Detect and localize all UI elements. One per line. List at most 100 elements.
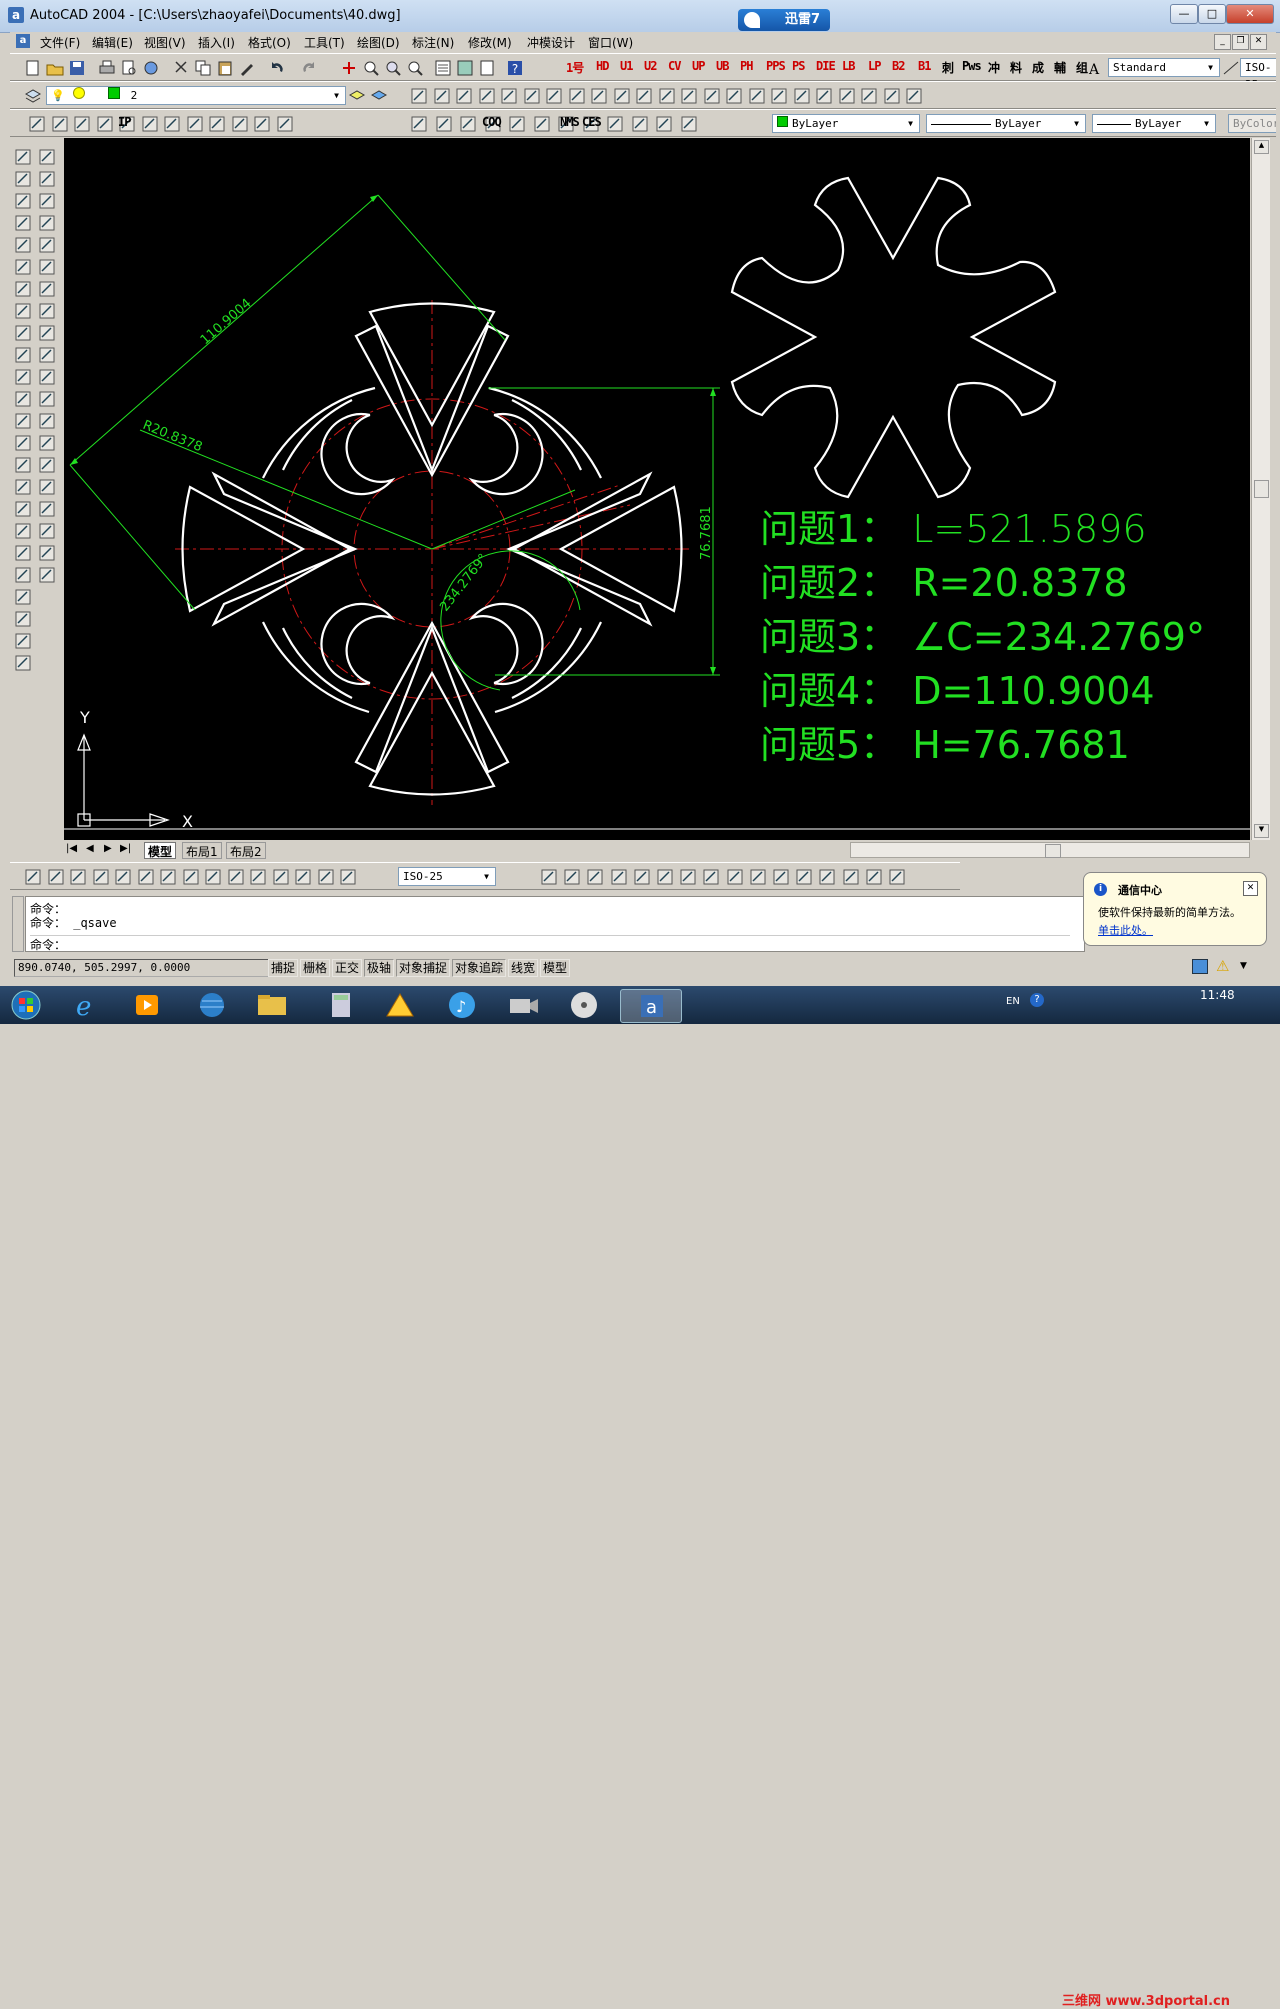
- pipe-icon[interactable]: [96, 115, 114, 133]
- redo-icon[interactable]: [300, 59, 318, 77]
- snap-midpoint-icon[interactable]: [610, 868, 628, 886]
- horizontal-scroll-thumb[interactable]: [1045, 844, 1061, 858]
- book-red-icon[interactable]: [276, 115, 294, 133]
- move-icon[interactable]: [38, 258, 56, 276]
- list-icon[interactable]: [508, 115, 526, 133]
- globe-icon[interactable]: [188, 989, 236, 1021]
- pan-realtime-icon[interactable]: [340, 59, 358, 77]
- polygon-icon[interactable]: [14, 214, 32, 232]
- tool-label-button-3[interactable]: CES: [582, 115, 602, 133]
- print-preview-icon[interactable]: [120, 59, 138, 77]
- text-edit-icon[interactable]: [38, 544, 56, 562]
- ellipse-arc-icon[interactable]: [14, 368, 32, 386]
- die-tool-button-8[interactable]: PPS: [766, 59, 786, 77]
- print-tool-icon[interactable]: [455, 87, 473, 105]
- join-icon[interactable]: [38, 522, 56, 540]
- coordinate-display[interactable]: 890.0740, 505.2997, 0.0000: [14, 959, 269, 977]
- dim-update-icon[interactable]: [339, 868, 357, 886]
- insert-block-icon[interactable]: [14, 390, 32, 408]
- cube-icon[interactable]: [410, 115, 428, 133]
- attribute-icon[interactable]: [703, 87, 721, 105]
- dim-linear-icon[interactable]: [24, 868, 42, 886]
- eraser-red-icon[interactable]: [141, 115, 159, 133]
- hammer-icon[interactable]: [28, 115, 46, 133]
- die-tool-button-7[interactable]: PH: [740, 59, 753, 77]
- vertical-scrollbar[interactable]: ▲ ▼: [1251, 138, 1270, 840]
- align-tool-icon[interactable]: [590, 87, 608, 105]
- autocad-app-icon[interactable]: a: [8, 7, 24, 23]
- die-tool-button-15[interactable]: 刺: [942, 59, 954, 77]
- die-tool-button-1[interactable]: HD: [596, 59, 609, 77]
- ellipse-icon[interactable]: [14, 346, 32, 364]
- scroll-down-icon[interactable]: ▼: [1254, 824, 1269, 838]
- erase-icon[interactable]: [38, 148, 56, 166]
- temp-track-icon[interactable]: [540, 868, 558, 886]
- zoom-window-icon[interactable]: [384, 59, 402, 77]
- vertical-scroll-thumb[interactable]: [1254, 480, 1269, 498]
- eraser-icon[interactable]: [815, 87, 833, 105]
- status-lineweight-button[interactable]: 线宽: [508, 959, 539, 977]
- paste-icon[interactable]: [216, 59, 234, 77]
- text-style-icon[interactable]: A: [1086, 59, 1104, 77]
- layer-manager-icon[interactable]: [24, 87, 42, 105]
- layer-select[interactable]: 💡 2 ▼: [46, 86, 346, 105]
- status-snap-button[interactable]: 捕捉: [268, 959, 299, 977]
- die-tool-button-4[interactable]: CV: [668, 59, 681, 77]
- break-point-icon[interactable]: [38, 390, 56, 408]
- tab-layout2[interactable]: 布局2: [226, 842, 266, 859]
- snap-node-icon[interactable]: [842, 868, 860, 886]
- scale-icon[interactable]: [38, 302, 56, 320]
- new-file-icon[interactable]: [24, 59, 42, 77]
- die-tool-button-19[interactable]: 成: [1032, 59, 1044, 77]
- dim-edit-icon[interactable]: [294, 868, 312, 886]
- document-icon[interactable]: a: [16, 34, 30, 48]
- print-icon[interactable]: [98, 59, 116, 77]
- explorer-icon[interactable]: [248, 989, 296, 1021]
- video-camera-icon[interactable]: [500, 989, 548, 1021]
- die-tool-button-11[interactable]: LB: [842, 59, 855, 77]
- status-otrack-button[interactable]: 对象追踪: [452, 959, 507, 977]
- tab-model[interactable]: 模型: [144, 842, 177, 859]
- text-style-select[interactable]: Standard ▼: [1108, 58, 1220, 77]
- doc-close-button[interactable]: ✕: [1250, 34, 1267, 50]
- extend-icon[interactable]: [38, 368, 56, 386]
- stretch-icon[interactable]: [860, 87, 878, 105]
- status-osnap-button[interactable]: 对象捕捉: [396, 959, 451, 977]
- dim-style-select-bottom[interactable]: ISO-25 ▼: [398, 867, 496, 886]
- target-icon[interactable]: [905, 87, 923, 105]
- snap-perpendicular-icon[interactable]: [772, 868, 790, 886]
- menu-dimension[interactable]: 标注(N): [412, 34, 454, 51]
- status-menu-chevron-icon[interactable]: ▼: [1240, 961, 1247, 971]
- menu-insert[interactable]: 插入(I): [198, 34, 235, 51]
- help-icon[interactable]: ?: [506, 59, 524, 77]
- break-icon[interactable]: [38, 412, 56, 430]
- snap-parallel-icon[interactable]: [795, 868, 813, 886]
- table-red-icon[interactable]: [253, 115, 271, 133]
- make-object-layer-current-icon[interactable]: [348, 87, 366, 105]
- save-icon[interactable]: [68, 59, 86, 77]
- command-window-grip[interactable]: [12, 896, 24, 952]
- minimize-button[interactable]: —: [1170, 4, 1198, 24]
- die-tool-button-12[interactable]: LP: [868, 59, 881, 77]
- polyline-icon[interactable]: [14, 192, 32, 210]
- menu-die-design[interactable]: 冲模设计: [527, 34, 575, 51]
- array-tool-icon[interactable]: [613, 87, 631, 105]
- triangle-app-icon[interactable]: [376, 989, 424, 1021]
- menu-view[interactable]: 视图(V): [144, 34, 186, 51]
- tool-label-button-2[interactable]: NMS: [560, 115, 580, 133]
- autocad-taskbar-button[interactable]: a: [620, 989, 682, 1023]
- grid-tool-icon[interactable]: [500, 87, 518, 105]
- tab-layout1[interactable]: 布局1: [182, 842, 222, 859]
- ie-icon[interactable]: e: [64, 989, 112, 1022]
- snap-extension-icon[interactable]: [679, 868, 697, 886]
- sheet-icon[interactable]: [606, 115, 624, 133]
- open-folder-icon[interactable]: [46, 59, 64, 77]
- stt-icon[interactable]: [433, 87, 451, 105]
- tab-nav-prev-icon[interactable]: ◀: [86, 843, 94, 854]
- status-polar-button[interactable]: 极轴: [364, 959, 395, 977]
- design-center-icon[interactable]: [456, 59, 474, 77]
- copy-tool-icon[interactable]: [838, 87, 856, 105]
- dim-text-edit-icon[interactable]: [317, 868, 335, 886]
- lineweight-select[interactable]: ByLayer ▼: [1092, 114, 1216, 133]
- tool-palettes-icon[interactable]: [478, 59, 496, 77]
